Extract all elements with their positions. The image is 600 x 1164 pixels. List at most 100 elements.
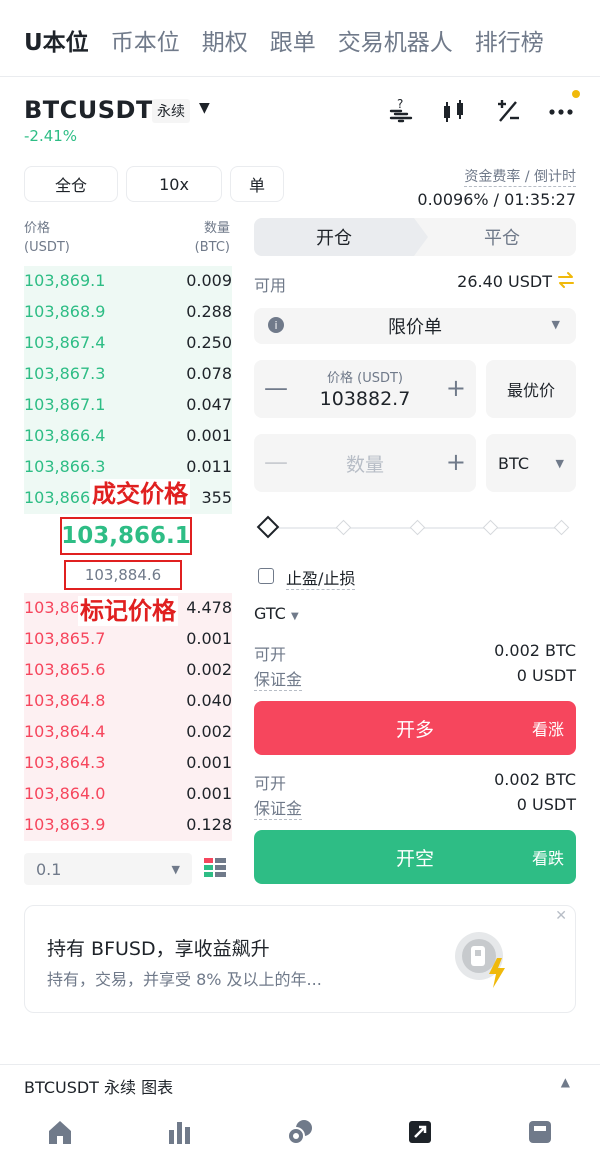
bid-row[interactable]: 103,864.3 0.001 — [24, 747, 232, 778]
precision-select[interactable]: 0.1 ▼ — [24, 853, 192, 885]
qty-header-unit: (BTC) — [194, 240, 230, 255]
quantity-unit-value: BTC — [498, 453, 529, 473]
position-mode-button[interactable]: 单 — [230, 166, 284, 202]
bid-row[interactable]: 103,863.9 0.128 — [24, 809, 232, 840]
funding-rate-label[interactable]: 资金费率 / 倒计时 — [464, 166, 576, 187]
last-price[interactable]: 103,866.1 — [60, 517, 192, 555]
ask-price: 103,867.3 — [24, 364, 106, 383]
ask-row[interactable]: 103,866.4 0.001 — [24, 420, 232, 451]
ask-row[interactable]: 103,867.4 0.250 — [24, 327, 232, 358]
bid-row[interactable]: 103,865.6 0.002 — [24, 654, 232, 685]
open-short-button[interactable]: 开空 看跌 — [254, 830, 576, 884]
time-in-force-value: GTC — [254, 604, 286, 623]
long-margin-label[interactable]: 保证金 — [254, 666, 303, 691]
ask-row[interactable]: 103,869.1 0.009 — [24, 265, 232, 296]
leverage-button[interactable]: 10x — [126, 166, 222, 202]
annotation-last-price: 成交价格 — [90, 479, 190, 509]
tab-trading-bots[interactable]: 交易机器人 — [338, 23, 453, 57]
margin-mode-button[interactable]: 全仓 — [24, 166, 118, 202]
ask-qty: 355 — [201, 488, 232, 507]
promo-banner[interactable]: 持有 BFUSD，享收益飙升 持有，交易，并享受 8% 及以上的年... ✕ — [24, 905, 576, 1013]
decrease-price-button[interactable]: — — [264, 374, 288, 402]
available-value: 26.40 USDT — [457, 272, 552, 291]
best-price-button[interactable]: 最优价 — [486, 360, 576, 418]
bid-price: 103,864.4 — [24, 722, 106, 741]
ask-row[interactable]: 103,867.3 0.078 — [24, 358, 232, 389]
ask-row[interactable]: 103,866.3 0.011 — [24, 451, 232, 482]
ask-qty: 0.250 — [186, 333, 232, 352]
trade-icon[interactable] — [280, 1118, 320, 1158]
tab-open-position[interactable]: 开仓 — [254, 218, 414, 256]
price-input[interactable]: — 价格 (USDT) 103882.7 + — [254, 360, 476, 418]
order-type-select[interactable]: i 限价单 ▼ — [254, 308, 576, 344]
bid-price: 103,865.7 — [24, 629, 106, 648]
bid-row[interactable]: 103,864.4 0.002 — [24, 716, 232, 747]
orderbook-price-header: 价格 (USDT) — [24, 219, 70, 257]
short-margin-label[interactable]: 保证金 — [254, 795, 303, 820]
promo-subtitle: 持有，交易，并享受 8% 及以上的年... — [47, 970, 322, 989]
tab-coin-margined[interactable]: 币本位 — [111, 23, 180, 57]
time-in-force-select[interactable]: GTC ▼ — [254, 604, 299, 623]
calculator-icon[interactable]: ? — [386, 96, 416, 126]
bid-row[interactable]: 103,865.7 0.001 — [24, 623, 232, 654]
slider-step-25[interactable] — [335, 519, 352, 536]
tab-arrow — [414, 218, 428, 256]
slider-step-75[interactable] — [482, 519, 499, 536]
slider-step-100[interactable] — [553, 519, 570, 536]
mark-price: 103,884.6 — [64, 560, 182, 590]
tab-copy-trading[interactable]: 跟单 — [270, 23, 316, 57]
symbol-selector[interactable]: BTCUSDT — [24, 96, 153, 124]
wallet-icon[interactable] — [520, 1118, 560, 1158]
bid-qty: 0.001 — [186, 629, 232, 648]
bid-qty: 0.128 — [186, 815, 232, 834]
quantity-unit-select[interactable]: BTC ▼ — [486, 434, 576, 492]
ask-qty: 0.288 — [186, 302, 232, 321]
tab-options[interactable]: 期权 — [202, 23, 248, 57]
candlestick-chart-icon[interactable] — [439, 96, 469, 126]
price-header-label: 价格 — [24, 221, 51, 236]
divider — [0, 76, 600, 77]
close-icon[interactable]: ✕ — [555, 908, 567, 924]
tpsl-label[interactable]: 止盈/止损 — [286, 565, 356, 590]
percent-icon[interactable] — [493, 96, 523, 126]
ask-price: 103,866 — [24, 488, 91, 507]
markets-icon[interactable] — [160, 1118, 200, 1158]
tab-leaderboard[interactable]: 排行榜 — [475, 23, 544, 57]
bid-row[interactable]: 103,864.0 0.001 — [24, 778, 232, 809]
chart-toggle-bar[interactable]: BTCUSDT 永续 图表 ▲ — [0, 1064, 600, 1104]
caret-up-icon[interactable]: ▲ — [561, 1075, 570, 1089]
transfer-icon[interactable] — [556, 270, 576, 290]
home-icon[interactable] — [40, 1118, 80, 1158]
bid-row[interactable]: 103,864.8 0.040 — [24, 685, 232, 716]
ask-row[interactable]: 103,868.9 0.288 — [24, 296, 232, 327]
caret-down-icon[interactable]: ▼ — [199, 100, 210, 116]
more-icon[interactable] — [546, 96, 576, 126]
price-input-value[interactable]: 103882.7 — [294, 388, 436, 410]
info-icon[interactable]: i — [268, 317, 284, 333]
long-margin-value: 0 USDT — [516, 666, 576, 685]
bid-qty: 4.478 — [186, 598, 232, 617]
decrease-qty-button[interactable]: — — [264, 448, 288, 476]
quantity-input[interactable]: — 数量 + — [254, 434, 476, 492]
increase-price-button[interactable]: + — [446, 374, 466, 402]
futures-icon[interactable] — [400, 1118, 440, 1158]
bid-qty: 0.040 — [186, 691, 232, 710]
tpsl-checkbox[interactable] — [258, 568, 274, 584]
ask-row[interactable]: 103,867.1 0.047 — [24, 389, 232, 420]
tab-close-position[interactable]: 平仓 — [428, 218, 576, 256]
slider-step-50[interactable] — [409, 519, 426, 536]
increase-qty-button[interactable]: + — [446, 448, 466, 476]
open-long-label: 开多 — [395, 718, 434, 741]
tab-usdt-margined[interactable]: U本位 — [24, 23, 89, 57]
orderbook-layout-icon[interactable] — [204, 858, 226, 880]
open-long-button[interactable]: 开多 看涨 — [254, 701, 576, 755]
order-type-value: 限价单 — [388, 317, 442, 338]
bid-price: 103,864.8 — [24, 691, 106, 710]
amount-slider-handle[interactable] — [256, 515, 280, 539]
notification-dot — [572, 90, 580, 98]
ask-qty: 0.009 — [186, 271, 232, 290]
bid-price: 103,864.3 — [24, 753, 106, 772]
market-type-tabs: U本位 币本位 期权 跟单 交易机器人 排行榜 — [0, 0, 600, 80]
short-can-open-value: 0.002 BTC — [494, 770, 576, 789]
bottom-navigation — [0, 1104, 600, 1164]
